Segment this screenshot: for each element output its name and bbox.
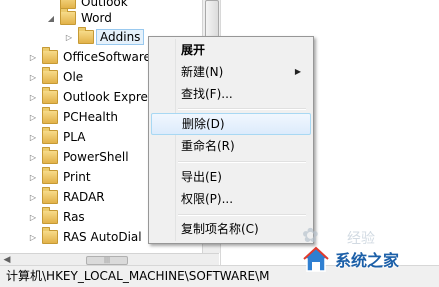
watermark: 系统之家 xyxy=(301,236,439,282)
menu-item-label: 新建(N) xyxy=(181,65,224,79)
menu-item-label: 删除(D) xyxy=(182,117,225,131)
watermark-text: 系统之家 xyxy=(335,251,400,270)
tree-item-label: Addins xyxy=(96,29,145,45)
tree-item-label: PowerShell xyxy=(63,150,129,164)
tree-item-print[interactable]: ▷ Print xyxy=(28,167,91,186)
folder-icon xyxy=(42,127,58,144)
menu-item-find[interactable]: 查找(F)... xyxy=(151,83,309,105)
menu-item-label: 重命名(R) xyxy=(181,139,235,153)
folder-icon xyxy=(42,207,58,224)
context-menu: 展开 新建(N) ▶ 查找(F)... 删除(D) 重命名(R) 导出(E) 权… xyxy=(148,36,314,244)
expand-arrow-icon[interactable]: ▷ xyxy=(28,213,38,222)
menu-item-export[interactable]: 导出(E) xyxy=(151,166,309,188)
tree-item-label: Outlook xyxy=(81,0,128,9)
menu-item-label: 权限(P)... xyxy=(181,192,234,206)
tree-item-label: Print xyxy=(63,170,91,184)
tree-item-label: Outlook Express xyxy=(63,90,161,104)
tree-item-label: RADAR xyxy=(63,190,105,204)
menu-item-label: 复制项名称(C) xyxy=(181,222,259,236)
status-bar-path: 计算机\HKEY_LOCAL_MACHINE\SOFTWARE\M xyxy=(6,269,270,283)
tree-item-powershell[interactable]: ▷ PowerShell xyxy=(28,147,129,166)
folder-icon xyxy=(42,227,58,244)
folder-icon xyxy=(42,67,58,84)
folder-icon xyxy=(60,8,76,25)
submenu-arrow-icon: ▶ xyxy=(294,67,301,76)
tree-item-label: Ras xyxy=(63,210,85,224)
folder-icon xyxy=(42,107,58,124)
expand-arrow-icon[interactable]: ▷ xyxy=(28,53,38,62)
tree-item-ras[interactable]: ▷ Ras xyxy=(28,207,85,226)
expand-arrow-icon[interactable]: ▷ xyxy=(28,113,38,122)
tree-item-pla[interactable]: ▷ PLA xyxy=(28,127,86,146)
tree-item-word[interactable]: ◢ Word xyxy=(46,8,112,27)
folder-icon xyxy=(42,47,58,64)
tree-item-label: RAS AutoDial xyxy=(63,230,142,244)
tree-item-addins[interactable]: ▷ Addins xyxy=(64,27,145,46)
menu-separator xyxy=(178,108,306,110)
folder-icon xyxy=(42,187,58,204)
menu-item-new[interactable]: 新建(N) ▶ xyxy=(151,61,309,83)
menu-item-label: 导出(E) xyxy=(181,170,222,184)
menu-item-label: 查找(F)... xyxy=(181,87,233,101)
expand-arrow-icon[interactable]: ▷ xyxy=(28,173,38,182)
expand-arrow-icon[interactable]: ▷ xyxy=(28,193,38,202)
expand-arrow-icon[interactable]: ▷ xyxy=(28,133,38,142)
tree-item-label: Ole xyxy=(63,70,84,84)
scrollbar-thumb[interactable] xyxy=(205,0,219,38)
collapse-arrow-icon[interactable]: ◢ xyxy=(46,14,56,23)
tree-item-ole[interactable]: ▷ Ole xyxy=(28,67,84,86)
expand-arrow-icon[interactable]: ▷ xyxy=(64,33,74,42)
folder-icon xyxy=(78,27,94,44)
expand-arrow-icon[interactable]: ▷ xyxy=(28,73,38,82)
tree-item-label: Word xyxy=(81,11,112,25)
folder-icon xyxy=(42,87,58,104)
tree-item-label: PCHealth xyxy=(63,110,119,124)
menu-item-delete[interactable]: 删除(D) xyxy=(151,113,311,135)
house-logo-icon xyxy=(301,244,331,274)
folder-icon xyxy=(42,147,58,164)
tree-item-pchealth[interactable]: ▷ PCHealth xyxy=(28,107,119,126)
tree-item-label: PLA xyxy=(63,130,86,144)
tree-item-ras-autodial[interactable]: ▷ RAS AutoDial xyxy=(28,227,142,246)
tree-item-outlook-express[interactable]: ▷ Outlook Express xyxy=(28,87,161,106)
scrollbar-grip[interactable]: ||| xyxy=(86,256,128,265)
expand-arrow-icon[interactable]: ▷ xyxy=(28,93,38,102)
menu-separator xyxy=(178,214,306,216)
menu-item-expand[interactable]: 展开 xyxy=(151,39,309,61)
tree-item-radar[interactable]: ▷ RADAR xyxy=(28,187,105,206)
expand-arrow-icon[interactable]: ▷ xyxy=(28,153,38,162)
menu-separator xyxy=(178,161,306,163)
menu-item-copy-key-name[interactable]: 复制项名称(C) xyxy=(151,218,309,240)
expand-arrow-icon[interactable]: ▷ xyxy=(28,233,38,242)
menu-item-label: 展开 xyxy=(181,43,206,57)
menu-item-rename[interactable]: 重命名(R) xyxy=(151,135,309,157)
folder-icon xyxy=(42,167,58,184)
menu-item-permissions[interactable]: 权限(P)... xyxy=(151,188,309,210)
